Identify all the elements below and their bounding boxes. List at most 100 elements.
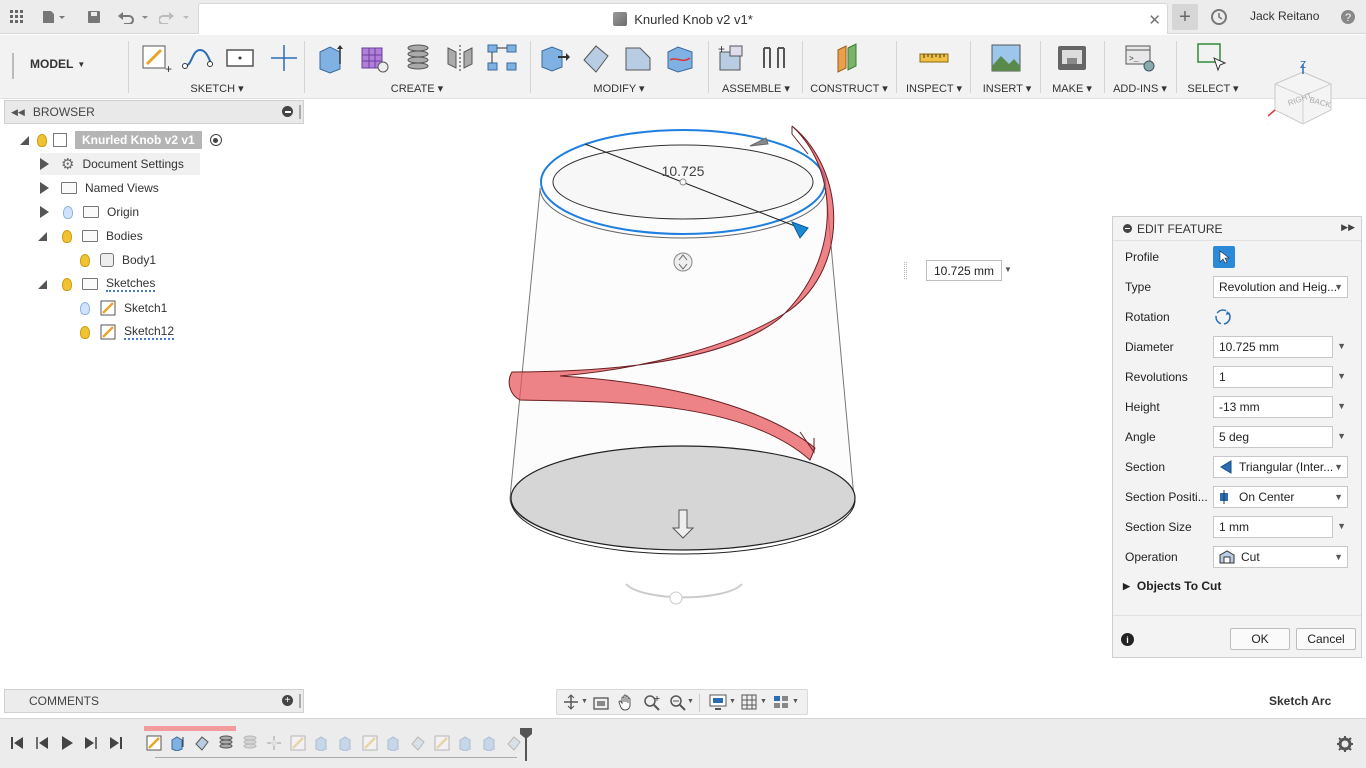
tree-item-origin[interactable]: Origin xyxy=(40,201,160,223)
timeline-extrude-icon[interactable] xyxy=(338,735,354,751)
insert-image-icon[interactable] xyxy=(990,42,1022,74)
visibility-bulb-icon[interactable] xyxy=(37,133,47,147)
model-viewport[interactable]: 10.725 xyxy=(480,110,880,610)
browser-grip[interactable] xyxy=(299,105,301,119)
zoom-icon[interactable] xyxy=(643,694,661,712)
visibility-bulb-icon[interactable] xyxy=(62,277,72,291)
dimension-grip[interactable] xyxy=(904,262,907,279)
fit-zoom-icon[interactable] xyxy=(669,694,687,712)
extrude-icon[interactable] xyxy=(316,42,348,74)
construction-point-icon[interactable] xyxy=(268,42,300,74)
expand-triangle-icon[interactable]: ▶ xyxy=(1123,581,1130,592)
browser-minimize-icon[interactable] xyxy=(282,106,293,117)
visibility-bulb-icon[interactable] xyxy=(62,229,72,243)
visibility-bulb-icon[interactable] xyxy=(80,325,90,339)
timeline-fillet-icon[interactable] xyxy=(410,735,426,751)
assemble-menu[interactable]: ASSEMBLE ▾ xyxy=(712,82,800,95)
workspace-selector[interactable]: MODEL ▼ xyxy=(30,57,85,71)
orbit-icon[interactable] xyxy=(561,694,581,710)
new-component-icon[interactable]: + xyxy=(716,42,748,74)
timeline-sketch-icon[interactable] xyxy=(434,735,450,751)
pattern-icon[interactable] xyxy=(486,42,518,74)
spline-icon[interactable] xyxy=(182,42,214,74)
user-name[interactable]: Jack Reitano xyxy=(1250,9,1319,23)
mirror-icon[interactable] xyxy=(444,42,476,74)
help-icon[interactable]: ? xyxy=(1338,5,1358,29)
step-back-icon[interactable] xyxy=(35,736,49,750)
visibility-bulb-icon[interactable] xyxy=(80,301,90,315)
diameter-input[interactable]: 10.725 mm ▼ xyxy=(1213,336,1346,358)
tree-item-document-settings[interactable]: ⚙ Document Settings xyxy=(40,153,200,175)
visibility-bulb-icon[interactable] xyxy=(80,253,90,267)
redo-icon[interactable] xyxy=(158,5,192,29)
view-cube[interactable]: Z X RIGHT BACK xyxy=(1268,60,1338,130)
revolutions-input[interactable]: 1 ▼ xyxy=(1213,366,1346,388)
objects-to-cut-toggle[interactable]: ▶ Objects To Cut xyxy=(1123,579,1221,593)
create-menu[interactable]: CREATE ▾ xyxy=(308,82,526,95)
shell-icon[interactable] xyxy=(664,42,696,74)
timeline-coil-icon[interactable] xyxy=(242,735,258,751)
rotation-direction-icon[interactable] xyxy=(1214,308,1232,326)
timeline-extrude-icon[interactable] xyxy=(458,735,474,751)
collapse-triangle-icon[interactable] xyxy=(38,279,47,289)
diameter-dimension-input[interactable]: 10.725 mm xyxy=(926,260,1002,281)
display-settings-icon[interactable] xyxy=(709,694,727,710)
timeline-extrude-icon[interactable] xyxy=(314,735,330,751)
timeline-fillet-icon[interactable] xyxy=(194,735,210,751)
visibility-bulb-icon[interactable] xyxy=(63,205,73,219)
play-icon[interactable] xyxy=(60,735,74,751)
insert-menu[interactable]: INSERT ▾ xyxy=(974,82,1040,95)
timeline-extrude-icon[interactable] xyxy=(482,735,498,751)
construct-menu[interactable]: CONSTRUCT ▾ xyxy=(806,82,892,95)
make-menu[interactable]: MAKE ▾ xyxy=(1044,82,1100,95)
look-at-icon[interactable] xyxy=(593,695,609,711)
tree-item-named-views[interactable]: Named Views xyxy=(40,177,200,199)
expand-triangle-icon[interactable] xyxy=(40,206,49,218)
timeline-sketch-icon[interactable] xyxy=(146,735,162,751)
comments-grip[interactable] xyxy=(299,694,301,708)
timeline-sketch-icon[interactable] xyxy=(362,735,378,751)
collapse-panel-icon[interactable] xyxy=(1123,224,1132,233)
save-icon[interactable] xyxy=(84,5,104,29)
inspect-menu[interactable]: INSPECT ▾ xyxy=(900,82,968,95)
operation-select[interactable]: Cut ▼ xyxy=(1213,546,1348,568)
type-select[interactable]: Revolution and Heig... ▼ xyxy=(1213,276,1348,298)
close-tab-icon[interactable]: ✕ xyxy=(1148,11,1161,29)
profile-select-button[interactable] xyxy=(1213,246,1235,268)
timeline-extrude-icon[interactable] xyxy=(170,735,186,751)
expand-triangle-icon[interactable] xyxy=(20,135,29,145)
timeline-settings-gear-icon[interactable] xyxy=(1336,735,1354,753)
tree-item-sketches[interactable]: Sketches xyxy=(38,273,178,295)
tree-item-sketch1[interactable]: Sketch1 xyxy=(80,297,190,319)
chamfer-icon[interactable] xyxy=(622,42,654,74)
app-grid-icon[interactable] xyxy=(6,5,28,29)
modify-menu[interactable]: MODIFY ▾ xyxy=(534,82,704,95)
timeline-coil-icon[interactable] xyxy=(218,735,234,751)
3d-print-icon[interactable] xyxy=(1056,42,1088,74)
expand-triangle-icon[interactable] xyxy=(40,158,49,170)
height-input[interactable]: -13 mm ▼ xyxy=(1213,396,1346,418)
section-position-select[interactable]: On Center ▼ xyxy=(1213,486,1348,508)
create-sketch-icon[interactable]: + xyxy=(140,42,172,74)
info-icon[interactable]: i xyxy=(1121,633,1134,646)
tree-item-body1[interactable]: Body1 xyxy=(80,249,175,271)
joint-icon[interactable] xyxy=(758,42,790,74)
job-status-icon[interactable] xyxy=(1209,5,1229,29)
viewports-icon[interactable] xyxy=(773,694,789,710)
timeline-extrude-icon[interactable] xyxy=(386,735,402,751)
undo-icon[interactable] xyxy=(116,5,150,29)
expand-panel-icon[interactable]: ▶▶ xyxy=(1341,222,1355,233)
rectangle-icon[interactable] xyxy=(224,42,256,74)
timeline-marker-icon[interactable] xyxy=(518,727,534,761)
select-window-icon[interactable] xyxy=(1196,42,1228,74)
gray-manipulator-arrow-icon[interactable] xyxy=(749,137,769,147)
timeline-sketch-icon[interactable] xyxy=(290,735,306,751)
form-icon[interactable] xyxy=(358,42,390,74)
ok-button[interactable]: OK xyxy=(1230,628,1290,650)
new-tab-icon[interactable]: + xyxy=(1172,4,1198,30)
angle-input[interactable]: 5 deg ▼ xyxy=(1213,426,1346,448)
file-menu-icon[interactable] xyxy=(40,5,68,29)
go-to-start-icon[interactable] xyxy=(10,736,24,750)
add-ins-menu[interactable]: ADD-INS ▾ xyxy=(1108,82,1172,95)
height-manipulator-icon[interactable] xyxy=(673,252,693,272)
